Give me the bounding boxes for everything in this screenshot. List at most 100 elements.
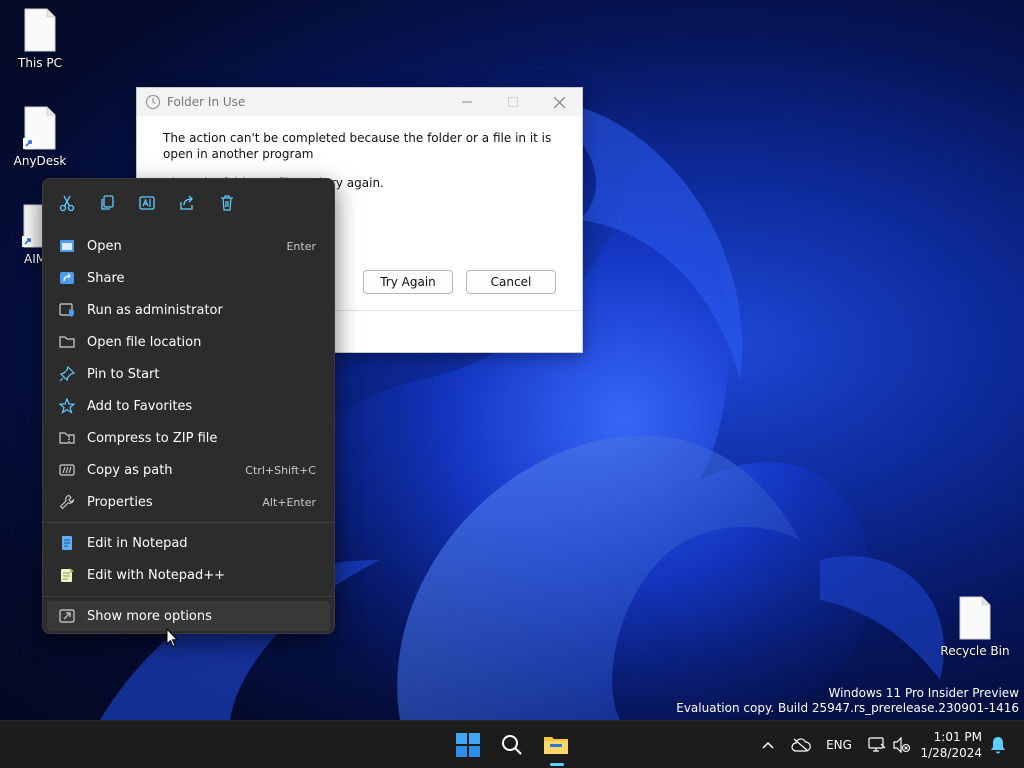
menu-item-label: Pin to Start [87,366,160,382]
pin-icon [59,366,75,382]
watermark-line1: Windows 11 Pro Insider Preview [828,686,1019,700]
desktop-icon-anydesk[interactable]: AnyDesk [0,106,80,168]
minimize-button[interactable] [444,88,490,116]
menu-item-copy-as-path[interactable]: Copy as path Ctrl+Shift+C [47,455,330,485]
clock-time: 1:01 PM [933,730,982,744]
folder-icon [59,336,75,348]
menu-item-show-more-options[interactable]: Show more options [47,601,330,631]
menu-item-label: Properties [87,494,153,510]
maximize-icon [508,97,518,107]
context-menu-quick-actions [47,187,247,219]
dialog-message: The action can't be completed because th… [163,131,552,161]
onedrive-status-button[interactable] [788,721,814,768]
share-quick-button[interactable] [167,187,207,219]
file-icon [24,8,56,52]
copy-icon [101,195,114,210]
notepad-icon [62,536,72,550]
watermark-line2: Evaluation copy. Build 25947.rs_prerelea… [676,701,1019,715]
try-again-button[interactable]: Try Again [363,270,453,294]
active-app-indicator [550,763,564,766]
menu-item-label: Share [87,270,125,286]
cancel-button[interactable]: Cancel [466,270,556,294]
chevron-up-icon [762,741,774,749]
close-button[interactable] [536,88,582,116]
desktop-icon-this-pc[interactable]: This PC [0,8,80,70]
menu-item-label: Copy as path [87,462,173,478]
windows-logo-icon [456,733,480,757]
menu-item-add-to-favorites[interactable]: Add to Favorites [47,391,330,421]
system-clock[interactable]: 1:01 PM 1/28/2024 [920,729,982,761]
network-icon [868,737,886,752]
menu-divider [43,596,334,597]
copy-path-icon [59,464,75,476]
menu-divider [43,522,334,523]
star-icon [59,398,75,414]
rename-icon [139,196,155,210]
zip-folder-icon [59,432,75,444]
file-explorer-icon [544,737,568,754]
delete-button[interactable] [207,187,247,219]
share-icon [180,195,193,210]
taskbar: ENG 1:01 PM 1/28/2024 [0,720,1024,768]
evaluation-watermark: Windows 11 Pro Insider Preview Evaluatio… [676,686,1019,716]
menu-item-shortcut: Ctrl+Shift+C [245,463,316,477]
network-status-button[interactable] [864,721,890,768]
menu-item-shortcut: Alt+Enter [262,495,316,509]
menu-item-label: Run as administrator [87,302,223,318]
dialog-title: Folder In Use [167,95,246,109]
bell-icon [991,737,1005,754]
shield-icon [59,303,74,317]
more-options-icon [59,609,75,623]
dialog-titlebar[interactable]: Folder In Use [137,88,582,116]
menu-item-share[interactable]: Share [47,263,330,293]
menu-item-label: Open [87,238,122,254]
notifications-button[interactable] [986,721,1010,768]
context-menu: Open Enter Share Run as administrator Op… [42,178,335,634]
cut-button[interactable] [47,187,87,219]
copy-button[interactable] [87,187,127,219]
delete-icon [221,195,233,211]
cut-icon [59,195,75,212]
menu-item-label: Edit in Notepad [87,535,188,551]
file-icon [959,596,991,640]
close-icon [553,96,565,108]
minimize-icon [462,101,472,103]
clock-date: 1/28/2024 [920,746,982,760]
menu-item-open-file-location[interactable]: Open file location [47,327,330,357]
mouse-cursor-icon [166,628,178,648]
wrench-icon [59,494,75,510]
language-indicator[interactable]: ENG [822,721,856,768]
start-button[interactable] [450,727,486,763]
menu-item-pin-to-start[interactable]: Pin to Start [47,359,330,389]
menu-item-edit-in-notepad[interactable]: Edit in Notepad [47,528,330,558]
desktop-icon-label: This PC [18,56,62,70]
share-icon [60,272,74,284]
search-icon [502,735,522,755]
desktop-icon-recycle-bin[interactable]: Recycle Bin [935,596,1015,658]
cloud-offline-icon [791,738,811,752]
search-button[interactable] [494,727,530,763]
menu-item-properties[interactable]: Properties Alt+Enter [47,487,330,517]
desktop-icon-label: Recycle Bin [940,644,1010,658]
show-hidden-icons-button[interactable] [756,721,780,768]
menu-item-open[interactable]: Open Enter [47,231,330,261]
menu-item-shortcut: Enter [286,239,316,253]
volume-muted-icon [893,737,911,753]
menu-item-compress-to-zip[interactable]: Compress to ZIP file [47,423,330,453]
menu-item-edit-with-notepadpp[interactable]: Edit with Notepad++ [47,560,330,590]
menu-item-label: Show more options [87,608,212,624]
menu-item-label: Add to Favorites [87,398,193,414]
open-icon [60,240,74,252]
rename-button[interactable] [127,187,167,219]
notepadpp-icon [61,568,74,582]
clock-icon [145,94,161,110]
file-explorer-button[interactable] [538,727,574,766]
menu-item-run-as-administrator[interactable]: Run as administrator [47,295,330,325]
menu-item-label: Compress to ZIP file [87,430,218,446]
volume-button[interactable] [890,721,914,768]
shortcut-file-icon [23,106,56,150]
menu-item-label: Open file location [87,334,202,350]
maximize-button[interactable] [490,88,536,116]
menu-item-label: Edit with Notepad++ [87,567,226,583]
desktop-icon-label: AnyDesk [13,154,67,168]
